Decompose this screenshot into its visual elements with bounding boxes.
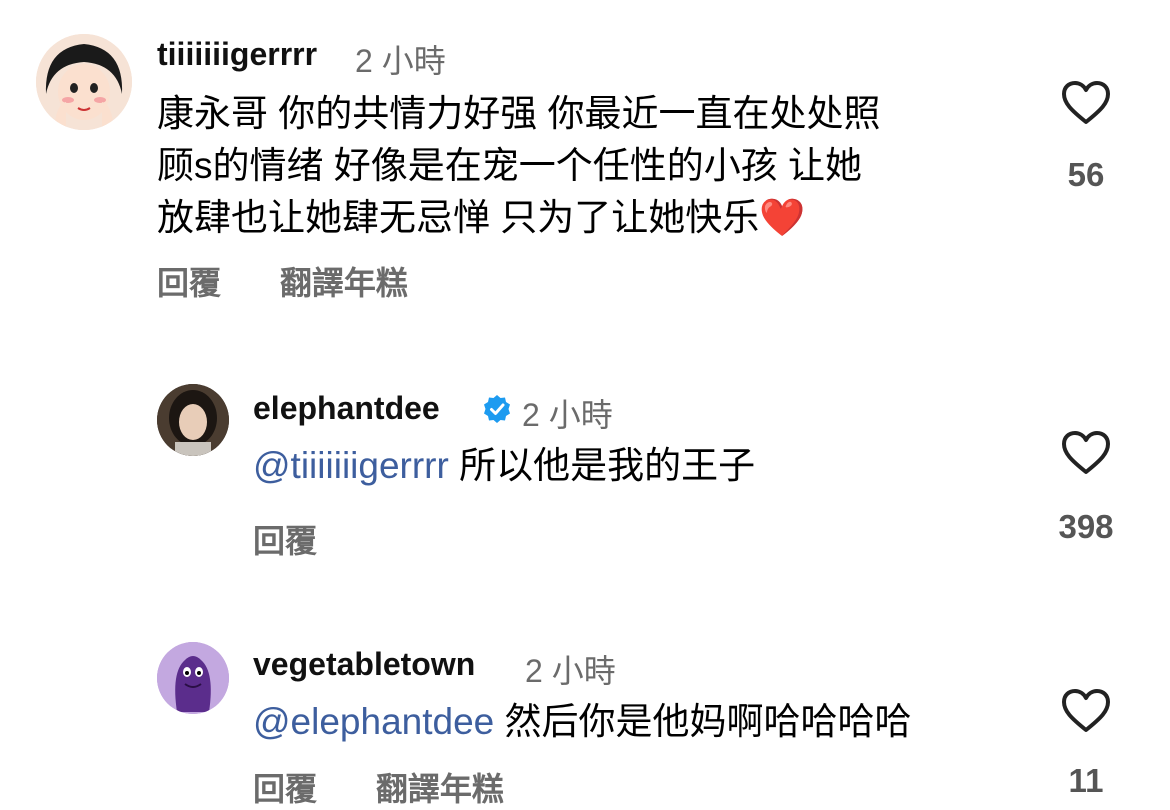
timestamp: 2 小時 xyxy=(355,43,446,79)
profile-photo-icon xyxy=(157,384,229,456)
cartoon-girl-icon xyxy=(36,34,132,130)
comment-line-3: 放肆也让她肆无忌惮 只为了让她快乐 xyxy=(157,197,760,238)
like-count: 398 xyxy=(1058,508,1114,545)
avatar[interactable] xyxy=(36,34,132,130)
avatar[interactable] xyxy=(157,642,229,714)
translate-button[interactable]: 翻譯年糕 xyxy=(376,771,504,807)
comment-actions: 回覆 xyxy=(253,516,367,562)
timestamp: 2 小時 xyxy=(525,653,616,689)
like-count: 56 xyxy=(1067,156,1105,193)
like-button[interactable] xyxy=(1036,688,1136,734)
username[interactable]: tiiiiiiigerrrr xyxy=(157,36,317,73)
comment-actions: 回覆 翻譯年糕 xyxy=(157,258,458,304)
avatar[interactable] xyxy=(157,384,229,456)
verified-badge-icon xyxy=(484,395,510,423)
username[interactable]: elephantdee xyxy=(253,390,440,427)
comment-text: @tiiiiiiigerrrr 所以他是我的王子 xyxy=(253,440,1033,492)
like-count: 11 xyxy=(1068,762,1104,799)
reply-button[interactable]: 回覆 xyxy=(253,523,317,559)
mention-link[interactable]: @tiiiiiiigerrrr xyxy=(253,445,449,486)
comment-body: 所以他是我的王子 xyxy=(448,445,756,486)
username[interactable]: vegetabletown xyxy=(253,646,475,683)
reply-button[interactable]: 回覆 xyxy=(253,771,317,807)
comment-actions: 回覆 翻譯年糕 xyxy=(253,764,554,810)
reply-button[interactable]: 回覆 xyxy=(157,265,221,301)
heart-emoji: ❤️ xyxy=(759,197,806,238)
comment-body: 然后你是他妈啊哈哈哈哈 xyxy=(494,701,912,742)
comment-line-1: 康永哥 你的共情力好强 你最近一直在处处照 xyxy=(157,93,881,134)
heart-icon[interactable] xyxy=(1061,430,1111,476)
heart-icon[interactable] xyxy=(1061,80,1111,126)
comment-text: @elephantdee 然后你是他妈啊哈哈哈哈 xyxy=(253,696,1033,748)
mention-link[interactable]: @elephantdee xyxy=(253,701,494,742)
timestamp: 2 小時 xyxy=(522,397,613,433)
comment-line-2: 顾s的情绪 好像是在宠一个任性的小孩 让她 xyxy=(157,145,863,186)
heart-icon[interactable] xyxy=(1061,688,1111,734)
like-button[interactable] xyxy=(1036,430,1136,476)
translate-button[interactable]: 翻譯年糕 xyxy=(280,265,408,301)
purple-character-icon xyxy=(157,642,229,714)
like-button[interactable] xyxy=(1036,80,1136,126)
comment-text: 康永哥 你的共情力好强 你最近一直在处处照 顾s的情绪 好像是在宠一个任性的小孩… xyxy=(157,88,1007,244)
